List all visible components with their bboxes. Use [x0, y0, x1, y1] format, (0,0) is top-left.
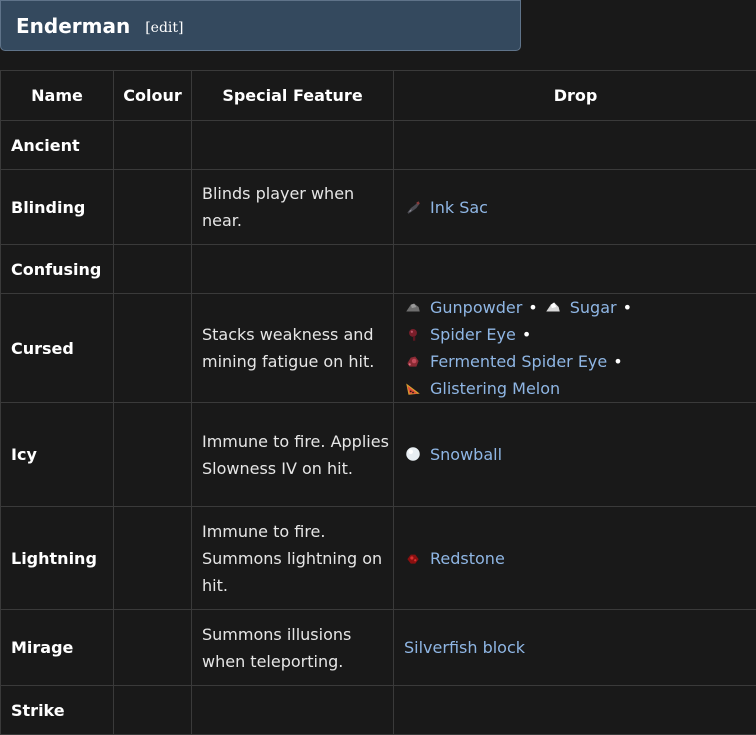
drop-link[interactable]: Fermented Spider Eye [430, 352, 607, 371]
column-header-drop: Drop [394, 71, 756, 121]
section-header: Enderman [edit] [0, 0, 521, 51]
row-drop [394, 245, 756, 294]
row-feature: Summons illusions when teleporting. [192, 610, 394, 686]
table-row: Strike [1, 686, 756, 735]
enderman-variants-table: Name Colour Special Feature Drop Ancient… [0, 70, 756, 735]
row-name: Cursed [1, 294, 114, 403]
table-row: Ancient [1, 121, 756, 170]
drop-item: Glistering Melon [404, 379, 560, 398]
row-drop: Silverfish block [394, 610, 756, 686]
row-colour [114, 507, 192, 610]
row-name: Strike [1, 686, 114, 735]
row-feature [192, 245, 394, 294]
ink-sac-icon[interactable] [404, 198, 422, 216]
table-row: Confusing [1, 245, 756, 294]
row-colour [114, 610, 192, 686]
drop-item: Snowball [404, 445, 502, 464]
table-row: Mirage Summons illusions when teleportin… [1, 610, 756, 686]
drop-item: Sugar [544, 298, 617, 317]
drop-link[interactable]: Redstone [430, 549, 505, 568]
row-feature: Stacks weakness and mining fatigue on hi… [192, 294, 394, 403]
row-colour [114, 686, 192, 735]
separator: • [528, 298, 537, 317]
row-feature: Blinds player when near. [192, 170, 394, 245]
row-name: Lightning [1, 507, 114, 610]
separator: • [613, 352, 622, 371]
glistering-melon-icon[interactable] [404, 379, 422, 397]
section-title: Enderman [16, 14, 130, 38]
row-drop [394, 121, 756, 170]
drop-item: Gunpowder [404, 298, 522, 317]
drop-link[interactable]: Ink Sac [430, 198, 488, 217]
row-name: Blinding [1, 170, 114, 245]
drop-link[interactable]: Silverfish block [404, 638, 525, 657]
drop-link[interactable]: Snowball [430, 445, 502, 464]
enderman-table-wrapper: Name Colour Special Feature Drop Ancient… [0, 70, 756, 735]
row-colour [114, 121, 192, 170]
separator: • [522, 325, 531, 344]
row-drop [394, 686, 756, 735]
sugar-icon[interactable] [544, 298, 562, 316]
row-colour [114, 245, 192, 294]
row-feature [192, 686, 394, 735]
column-header-colour: Colour [114, 71, 192, 121]
edit-link[interactable]: [edit] [145, 20, 183, 36]
table-row: Lightning Immune to fire. Summons lightn… [1, 507, 756, 610]
drop-item: Fermented Spider Eye [404, 352, 607, 371]
drop-item: Ink Sac [404, 198, 488, 217]
row-name: Mirage [1, 610, 114, 686]
column-header-name: Name [1, 71, 114, 121]
row-name: Ancient [1, 121, 114, 170]
row-feature [192, 121, 394, 170]
drop-link[interactable]: Spider Eye [430, 325, 516, 344]
separator: • [623, 298, 632, 317]
row-name: Icy [1, 403, 114, 507]
row-colour [114, 403, 192, 507]
redstone-icon[interactable] [404, 549, 422, 567]
row-feature: Immune to fire. Summons lightning on hit… [192, 507, 394, 610]
row-drop: Gunpowder•Sugar•Spider Eye•Fermented Spi… [394, 294, 756, 403]
row-colour [114, 170, 192, 245]
snowball-icon[interactable] [404, 445, 422, 463]
spider-eye-icon[interactable] [404, 325, 422, 343]
drop-link[interactable]: Glistering Melon [430, 379, 560, 398]
row-colour [114, 294, 192, 403]
row-name: Confusing [1, 245, 114, 294]
drop-link[interactable]: Gunpowder [430, 298, 522, 317]
drop-link[interactable]: Sugar [570, 298, 617, 317]
column-header-special-feature: Special Feature [192, 71, 394, 121]
table-row: Icy Immune to fire. Applies Slowness IV … [1, 403, 756, 507]
table-header-row: Name Colour Special Feature Drop [1, 71, 756, 121]
row-feature: Immune to fire. Applies Slowness IV on h… [192, 403, 394, 507]
row-drop: Snowball [394, 403, 756, 507]
drop-item: Redstone [404, 549, 505, 568]
gunpowder-icon[interactable] [404, 298, 422, 316]
table-row: Blinding Blinds player when near. Ink Sa… [1, 170, 756, 245]
fermented-spider-eye-icon[interactable] [404, 352, 422, 370]
drop-item: Spider Eye [404, 325, 516, 344]
row-drop: Redstone [394, 507, 756, 610]
row-drop: Ink Sac [394, 170, 756, 245]
table-row: Cursed Stacks weakness and mining fatigu… [1, 294, 756, 403]
